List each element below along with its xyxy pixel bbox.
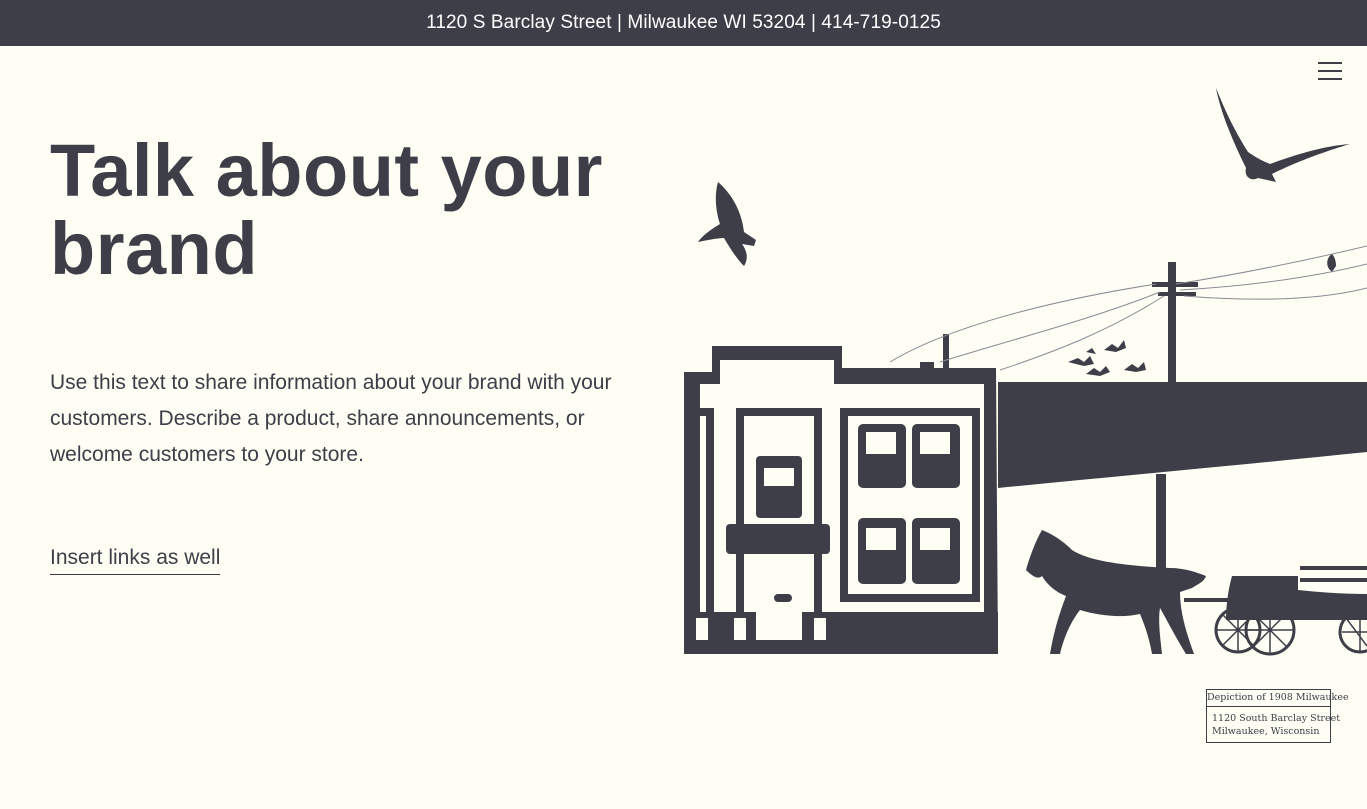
bird-large-icon (1216, 88, 1350, 182)
horse-icon (1026, 530, 1206, 654)
illustration-caption-stamp: Depiction of 1908 Milwaukee 1120 South B… (1206, 689, 1349, 743)
bird-left-icon (698, 182, 756, 266)
caption-title: Depiction of 1908 Milwaukee (1207, 690, 1349, 707)
milwaukee-1908-illustration (684, 88, 1367, 656)
announcement-bar: 1120 S Barclay Street | Milwaukee WI 532… (0, 0, 1367, 46)
bird-perched-icon (1327, 254, 1336, 272)
carriage-icon (1226, 576, 1367, 620)
hero-link[interactable]: Insert links as well (50, 542, 221, 575)
caption-address: 1120 South Barclay Street (1212, 713, 1341, 724)
hero-heading: Talk about your brand (50, 129, 603, 290)
caption-city: Milwaukee, Wisconsin (1212, 726, 1320, 737)
store-address-phone: 1120 S Barclay Street | Milwaukee WI 532… (426, 12, 941, 33)
hero-body-text: Use this text to share information about… (50, 371, 612, 466)
